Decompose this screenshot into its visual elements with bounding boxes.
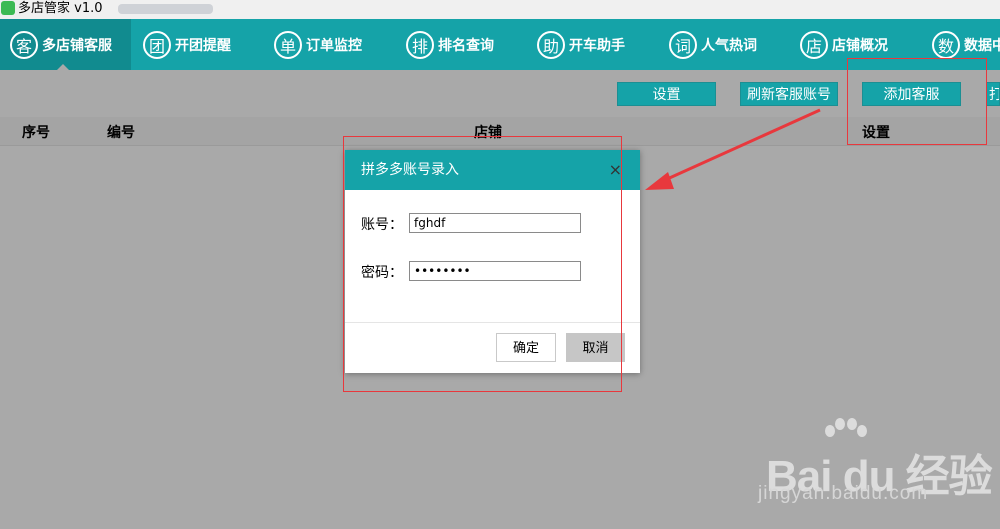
nav-item-order-monitor[interactable]: 单 订单监控 — [274, 19, 362, 70]
ranking-icon: 排 — [406, 30, 434, 59]
nav-item-driving-assistant[interactable]: 助 开车助手 — [537, 19, 625, 70]
nav-item-label: 数据中 — [964, 37, 1000, 54]
window-title: 多店管家 v1.0 — [18, 1, 103, 16]
nav-item-label: 店铺概况 — [832, 37, 888, 54]
nav-item-label: 订单监控 — [306, 37, 362, 54]
column-header-index: 序号 — [22, 125, 50, 141]
nav-item-label: 多店铺客服 — [42, 37, 112, 54]
nav-item-label: 开团提醒 — [175, 37, 231, 54]
annotation-highlight-dialog — [343, 136, 622, 392]
app-icon — [1, 1, 15, 15]
column-header-code: 编号 — [107, 125, 135, 141]
group-icon: 团 — [143, 30, 171, 59]
order-icon: 单 — [274, 30, 302, 59]
nav-item-group-reminder[interactable]: 团 开团提醒 — [143, 19, 231, 70]
nav-item-label: 排名查询 — [438, 37, 494, 54]
settings-button[interactable]: 设置 — [617, 82, 716, 106]
refresh-service-accounts-button[interactable]: 刷新客服账号 — [740, 82, 838, 106]
customer-service-icon: 客 — [10, 30, 38, 59]
window-titlebar: 多店管家 v1.0 — [0, 0, 1000, 19]
data-icon: 数 — [932, 30, 960, 59]
nav-item-label: 人气热词 — [701, 37, 757, 54]
annotation-highlight-add-button — [847, 58, 987, 145]
truncated-button[interactable]: 打 — [986, 82, 1000, 106]
assistant-icon: 助 — [537, 30, 565, 59]
shop-icon: 店 — [800, 30, 828, 59]
nav-item-hot-keywords[interactable]: 词 人气热词 — [669, 19, 757, 70]
nav-item-label: 开车助手 — [569, 37, 625, 54]
keyword-icon: 词 — [669, 30, 697, 59]
nav-item-ranking-query[interactable]: 排 排名查询 — [406, 19, 494, 70]
blurred-region — [118, 4, 213, 14]
watermark-url: jingyan.baidu.com — [758, 483, 929, 504]
nav-item-multi-shop-service[interactable]: 客 多店铺客服 — [0, 19, 131, 70]
